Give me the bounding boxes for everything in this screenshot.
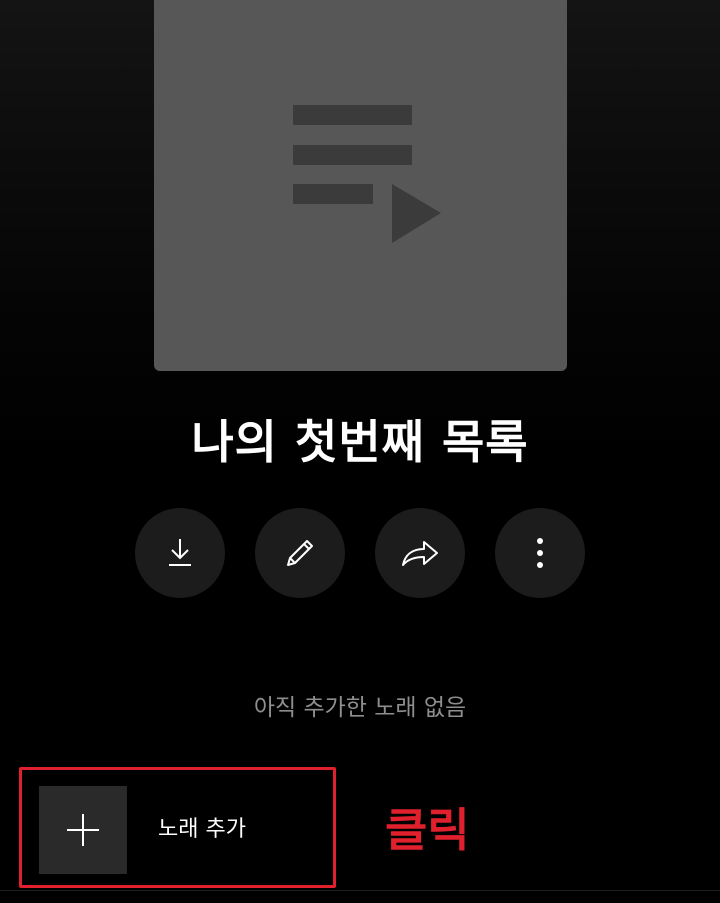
- more-vertical-icon: [537, 538, 543, 568]
- plus-icon: [67, 814, 99, 846]
- share-button[interactable]: [375, 508, 465, 598]
- pencil-icon: [287, 540, 313, 566]
- share-icon: [402, 541, 438, 566]
- add-song-thumbnail: [39, 786, 127, 874]
- playlist-cover: [154, 0, 567, 371]
- click-annotation: 클릭: [385, 803, 470, 857]
- download-icon: [169, 539, 191, 566]
- edit-button[interactable]: [255, 508, 345, 598]
- playlist-queue-icon: [293, 105, 441, 243]
- playlist-page: 나의 첫번째 목록 아직 추가한 노래 없음 노래 추가 클릭: [0, 0, 720, 903]
- playlist-title: 나의 첫번째 목록: [191, 415, 529, 469]
- add-song-label: 노래 추가: [158, 817, 246, 842]
- more-options-button[interactable]: [495, 508, 585, 598]
- download-button[interactable]: [135, 508, 225, 598]
- add-song-button[interactable]: 노래 추가: [39, 786, 319, 874]
- empty-state-message: 아직 추가한 노래 없음: [253, 695, 467, 721]
- playlist-actions: [135, 508, 585, 598]
- bottom-divider: [0, 890, 720, 891]
